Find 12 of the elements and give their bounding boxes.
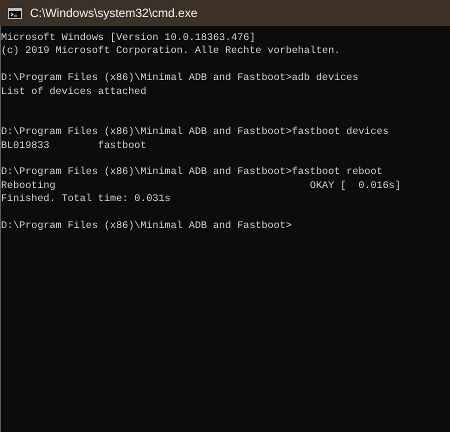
console-line: D:\Program Files (x86)\Minimal ADB and Fastboot> xyxy=(1,220,292,234)
console-line: Microsoft Windows [Version 10.0.18363.476] xyxy=(1,32,256,46)
console-line: D:\Program Files (x86)\Minimal ADB and Fastboot>fastboot reboot xyxy=(1,166,383,180)
console-line: BL019833 fastboot xyxy=(1,140,146,153)
console-icon xyxy=(8,8,22,18)
console-line: Rebooting OKAY [ 0.016s] xyxy=(1,180,401,194)
console-line: D:\Program Files (x86)\Minimal ADB and Fastboot>adb devices xyxy=(1,72,358,86)
console-line: D:\Program Files (x86)\Minimal ADB and Fastboot>fastboot devices xyxy=(1,126,389,140)
console-line: Finished. Total time: 0.031s xyxy=(1,193,171,207)
window-title: C:\Windows\system32\cmd.exe xyxy=(30,5,198,22)
console-line: List of devices attached xyxy=(1,86,146,100)
console-line: (c) 2019 Microsoft Corporation. Alle Rechte vorbehalten. xyxy=(1,45,340,59)
